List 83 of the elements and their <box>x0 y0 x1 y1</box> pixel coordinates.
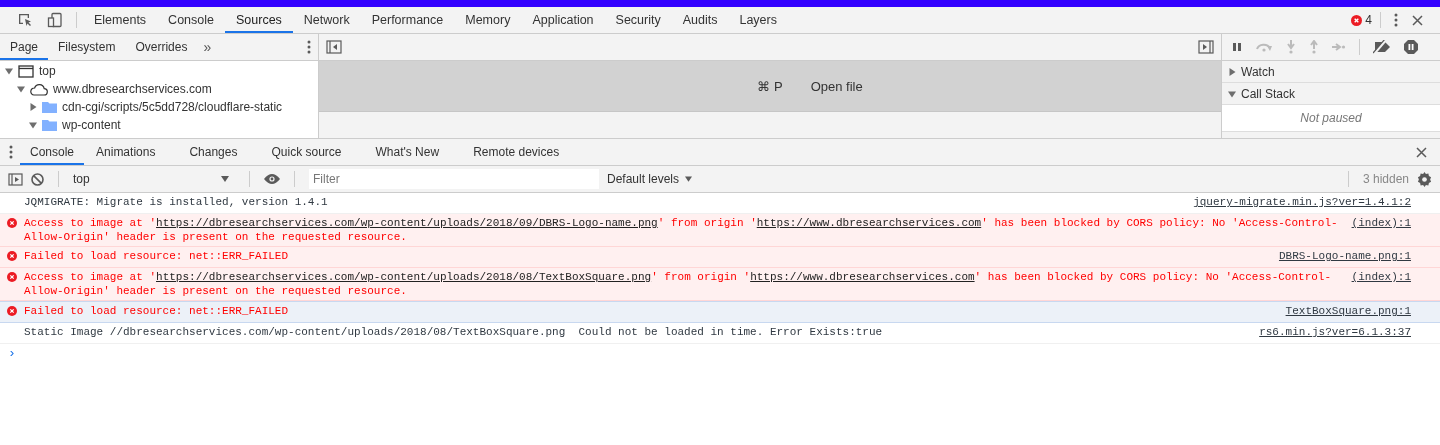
context-select[interactable]: top <box>73 172 235 186</box>
source-link[interactable]: DBRS-Logo-name.png:1 <box>1278 249 1440 263</box>
close-icon[interactable] <box>1412 14 1423 26</box>
console-message: Access to image at 'https://dbresearchservices.com/wp-content/uploads/2018/08/TextBoxSquare.png' from origin 'https://www.dbresearchservices.com' has been blocked by CORS policy: No 'Access-Control-Allow-Origin' header is present on the requested resource. <box>24 270 1333 298</box>
close-icon[interactable] <box>1416 146 1427 158</box>
console-message: Failed to load resource: net::ERR_FAILED <box>24 304 290 318</box>
error-icon <box>7 251 17 261</box>
drawer-tab[interactable]: What's New <box>365 139 450 165</box>
inspect-icon[interactable] <box>17 12 33 28</box>
source-link[interactable]: jquery-migrate.min.js?ver=1.4.1:2 <box>1193 195 1440 209</box>
drawer-tab[interactable]: Changes <box>179 139 248 165</box>
panel-tab[interactable]: Performance <box>360 7 455 33</box>
folder-icon <box>42 101 57 113</box>
drawer-tab[interactable]: Quick source <box>261 139 352 165</box>
section-title: Watch <box>1241 64 1275 79</box>
error-icon <box>7 306 17 316</box>
keyboard-shortcut: ⌘ P <box>757 78 783 94</box>
tree-item[interactable]: cdn-cgi/scripts/5c5dd728/cloudflare-static <box>62 100 283 114</box>
error-icon <box>1351 14 1363 26</box>
log-levels-dropdown[interactable]: Default levels <box>607 172 693 186</box>
dropdown-arrow-icon <box>221 176 229 182</box>
cloud-icon <box>30 82 48 96</box>
panel-tab[interactable]: Audits <box>671 7 729 33</box>
more-tabs-button[interactable]: » <box>197 34 218 60</box>
panel-tab[interactable]: Memory <box>454 7 522 33</box>
navigator-tab[interactable]: Overrides <box>125 34 198 60</box>
dropdown-arrow-icon <box>685 176 693 182</box>
source-link[interactable]: (index):1 <box>1351 216 1440 230</box>
console-message: JQMIGRATE: Migrate is installed, version 1.4.1 <box>24 195 329 209</box>
collapsed-arrow-icon[interactable] <box>29 103 37 111</box>
device-icon[interactable] <box>47 12 63 28</box>
expanded-arrow-icon[interactable] <box>5 67 13 75</box>
error-icon <box>7 272 17 282</box>
drawer-menu-icon[interactable] <box>9 145 13 159</box>
url-link[interactable]: https://www.dbresearchservices.com <box>750 271 975 283</box>
drawer-tab[interactable]: Animations <box>86 139 166 165</box>
pause-icon[interactable] <box>1232 42 1242 52</box>
more-options-icon[interactable] <box>1394 13 1398 27</box>
console-prompt[interactable]: › <box>8 346 16 361</box>
folder-icon <box>42 119 57 131</box>
more-options-icon[interactable] <box>307 40 311 54</box>
source-link[interactable]: rs6.min.js?ver=6.1.3:37 <box>1259 325 1440 339</box>
error-count-badge[interactable]: 4 <box>1349 13 1374 27</box>
console-message: Access to image at 'https://dbresearchservices.com/wp-content/uploads/2018/09/DBRS-Logo-name.png' from origin 'https://www.dbresearchservices.com' has been blocked by CORS policy: No 'Access-Control-Allow-Origin' header is present on the requested resource. <box>24 216 1339 244</box>
section-title: Call Stack <box>1241 86 1296 101</box>
error-count: 4 <box>1365 13 1372 27</box>
tree-item[interactable]: top <box>39 64 56 78</box>
url-link[interactable]: https://dbresearchservices.com/wp-content/uploads/2018/08/TextBoxSquare.png <box>156 271 652 283</box>
panel-tab[interactable]: Application <box>521 7 605 33</box>
navigator-tab[interactable]: Page <box>0 34 49 60</box>
expanded-arrow-icon[interactable] <box>29 121 37 129</box>
open-file-label: Open file <box>810 78 863 94</box>
panel-tab[interactable]: Elements <box>83 7 158 33</box>
url-link[interactable]: https://www.dbresearchservices.com <box>756 217 982 229</box>
navigator-tab[interactable]: Filesystem <box>48 34 126 60</box>
url-link[interactable]: https://dbresearchservices.com/wp-content/uploads/2018/09/DBRS-Logo-name.png <box>156 217 658 229</box>
section-header[interactable]: Watch <box>1222 61 1440 83</box>
pause-on-exceptions-icon[interactable] <box>1404 40 1418 54</box>
toggle-navigator-icon[interactable] <box>326 40 342 54</box>
settings-icon[interactable] <box>1417 171 1432 187</box>
source-link[interactable]: (index):1 <box>1351 270 1440 284</box>
tree-item[interactable]: wp-content <box>62 118 121 132</box>
tree-item[interactable]: www.dbresearchservices.com <box>53 82 212 96</box>
drawer-tab[interactable]: Remote devices <box>463 139 570 165</box>
filter-field[interactable]: Filter <box>309 169 599 189</box>
panel-tab[interactable]: Network <box>292 7 361 33</box>
sidebar-toggle-icon[interactable] <box>8 172 23 186</box>
eye-icon[interactable] <box>264 174 280 184</box>
frame-icon <box>18 64 34 78</box>
source-link[interactable]: TextBoxSquare.png:1 <box>1285 304 1440 318</box>
panel-tab[interactable]: Console <box>157 7 225 33</box>
panel-tab[interactable]: Layers <box>728 7 788 33</box>
open-file-hint[interactable]: ⌘ P Open file <box>319 61 1221 112</box>
console-message: Static Image //dbresearchservices.com/wp-content/uploads/2018/08/TextBoxSquare.png Could not be loaded in time. Error Exists:true <box>24 325 884 339</box>
hidden-count: 3 hidden <box>1362 172 1409 186</box>
expanded-arrow-icon[interactable] <box>17 85 25 93</box>
clear-console-icon[interactable] <box>31 172 44 186</box>
deactivate-breakpoints-icon[interactable] <box>1373 40 1391 54</box>
status-text: Not paused <box>1300 111 1362 125</box>
toggle-debugger-icon[interactable] <box>1198 40 1214 54</box>
error-icon <box>7 218 17 228</box>
panel-tab[interactable]: Security <box>604 7 672 33</box>
console-message: Failed to load resource: net::ERR_FAILED <box>24 249 290 263</box>
